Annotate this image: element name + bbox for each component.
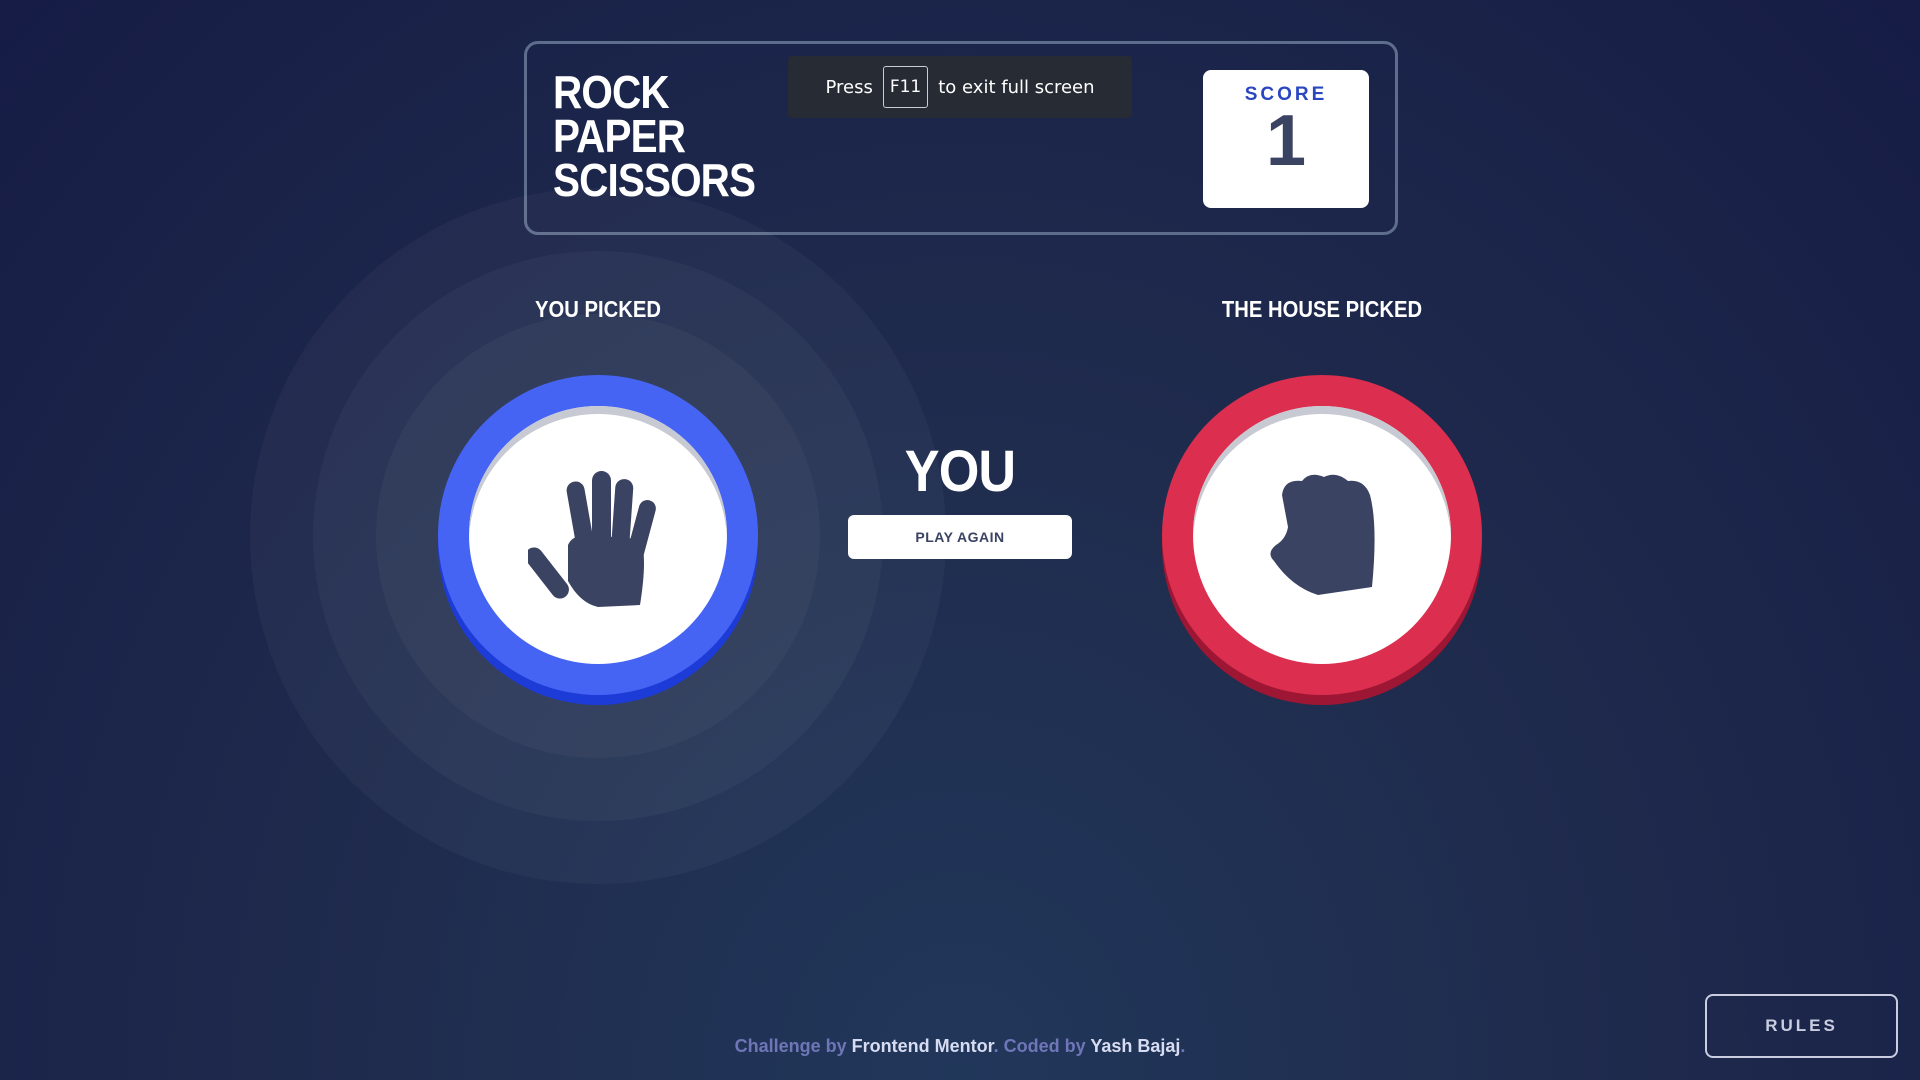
toast-press-text: Press: [825, 76, 873, 98]
footer-suffix: .: [1180, 1036, 1186, 1056]
game-title: ROCK PAPER SCISSORS: [553, 66, 756, 203]
footer-prefix: Challenge by: [734, 1036, 852, 1056]
rules-button[interactable]: RULES: [1705, 994, 1898, 1058]
frontend-mentor-link[interactable]: Frontend Mentor: [852, 1036, 994, 1056]
house-pick-label: THE HOUSE PICKED: [1221, 296, 1423, 322]
score-value: 1: [1265, 101, 1307, 181]
player-paper-token: [438, 375, 758, 705]
token-face: [1193, 406, 1451, 664]
toast-message: to exit full screen: [938, 76, 1095, 98]
title-line-rock: ROCK: [553, 66, 670, 118]
author-link[interactable]: Yash Bajaj: [1090, 1036, 1180, 1056]
f11-key: F11: [882, 66, 929, 108]
rock-fist-icon: [1270, 474, 1375, 595]
footer-mid: . Coded by: [993, 1036, 1091, 1056]
house-rock-token: [1162, 375, 1482, 705]
player-pick-label: YOU PICKED: [535, 296, 661, 322]
play-again-button[interactable]: PLAY AGAIN: [848, 515, 1072, 559]
fullscreen-toast: Press F11 to exit full screen: [788, 56, 1132, 118]
token-face: [469, 406, 727, 664]
attribution-footer: Challenge by Frontend Mentor. Coded by Y…: [0, 1036, 1920, 1057]
score-box: SCORE 1: [1203, 70, 1369, 208]
title-line-paper: PAPER: [553, 110, 686, 162]
paper-hand-icon: [528, 471, 656, 607]
